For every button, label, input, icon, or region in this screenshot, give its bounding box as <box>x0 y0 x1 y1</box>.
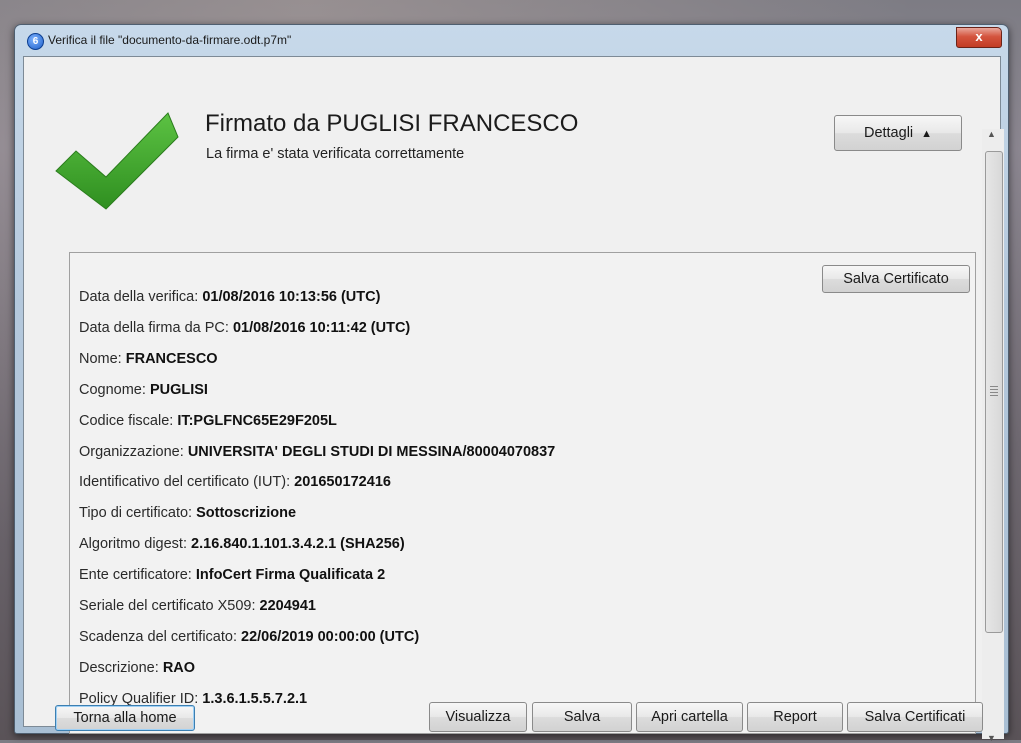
info-value: 1.3.6.1.5.5.7.2.1 <box>202 690 308 707</box>
save-certificates-button[interactable]: Salva Certificati <box>847 702 983 732</box>
info-key: Ente certificatore: <box>79 567 196 584</box>
info-key: Cognome: <box>79 381 150 398</box>
info-row: Data della verifica: 01/08/2016 10:13:56… <box>79 289 380 305</box>
info-value: IT:PGLFNC65E29F205L <box>177 412 337 429</box>
info-key: Seriale del certificato X509: <box>79 598 260 614</box>
info-row: Identificativo del certificato (IUT): 20… <box>79 474 391 490</box>
info-value: 2204941 <box>259 598 316 614</box>
verify-dialog: 6 Verifica il file "documento-da-firmare… <box>14 24 1009 743</box>
view-button[interactable]: Visualizza <box>429 702 527 732</box>
info-row: Scadenza del certificato: 22/06/2019 00:… <box>79 629 419 645</box>
info-key: Algoritmo digest: <box>79 536 192 553</box>
info-value: 22/06/2019 00:00:00 (UTC) <box>241 628 420 645</box>
title-bar[interactable]: 6 Verifica il file "documento-da-firmare… <box>15 25 1008 55</box>
info-key: Organizzazione: <box>79 443 188 460</box>
info-value: FRANCESCO <box>125 350 218 367</box>
info-key: Tipo di certificato: <box>79 505 197 522</box>
info-key: Nome: <box>79 350 126 367</box>
info-row: Cognome: PUGLISI <box>79 382 208 398</box>
app-icon: 6 <box>27 33 44 50</box>
check-icon <box>55 112 179 210</box>
info-value: 01/08/2016 10:11:42 (UTC) <box>232 319 411 336</box>
open-folder-button[interactable]: Apri cartella <box>636 702 743 732</box>
info-row: Nome: FRANCESCO <box>79 351 218 367</box>
info-key: Scadenza del certificato: <box>79 628 242 645</box>
chevron-up-icon: ▲ <box>921 128 933 140</box>
info-row: Codice fiscale: IT:PGLFNC65E29F205L <box>79 413 337 429</box>
details-button[interactable]: Dettagli ▲ <box>834 115 962 151</box>
info-value: UNIVERSITA' DEGLI STUDI DI MESSINA/80004… <box>187 443 556 460</box>
info-value: PUGLISI <box>149 381 208 398</box>
verification-message: La firma e' stata verificata correttamen… <box>206 146 465 162</box>
report-button[interactable]: Report <box>747 702 843 732</box>
close-button[interactable]: x <box>956 27 1002 48</box>
scroll-thumb[interactable] <box>985 151 1003 633</box>
info-row: Algoritmo digest: 2.16.840.1.101.3.4.2.1… <box>79 536 405 552</box>
info-key: Identificativo del certificato (IUT): <box>79 474 295 491</box>
signer-title: Firmato da PUGLISI FRANCESCO <box>205 110 579 137</box>
info-value: 201650172416 <box>294 474 391 491</box>
home-button[interactable]: Torna alla home <box>55 705 195 731</box>
info-row: Descrizione: RAO <box>79 660 195 676</box>
save-certificate-button[interactable]: Salva Certificato <box>822 265 970 293</box>
info-value: 2.16.840.1.101.3.4.2.1 (SHA256) <box>191 536 405 553</box>
scroll-down-icon[interactable]: ▼ <box>987 733 996 743</box>
info-key: Data della verifica: <box>79 289 203 305</box>
info-key: Descrizione: <box>79 659 163 676</box>
dialog-content: Firmato da PUGLISI FRANCESCO La firma e'… <box>23 56 1004 743</box>
info-value: InfoCert Firma Qualificata 2 <box>195 567 386 584</box>
info-key: Codice fiscale: <box>79 412 178 429</box>
save-button[interactable]: Salva <box>532 702 632 732</box>
info-value: 01/08/2016 10:13:56 (UTC) <box>202 289 381 305</box>
info-value: Sottoscrizione <box>196 505 297 522</box>
grip-icon <box>990 386 998 396</box>
details-label: Dettagli <box>863 125 914 141</box>
vertical-scrollbar[interactable]: ▲ ▼ <box>982 129 1004 743</box>
info-row: Organizzazione: UNIVERSITA' DEGLI STUDI … <box>79 444 555 460</box>
info-row: Ente certificatore: InfoCert Firma Quali… <box>79 567 385 583</box>
info-key: Data della firma da PC: <box>79 319 233 336</box>
certificate-details-panel: Salva Certificato Data della verifica: 0… <box>69 252 976 734</box>
window-title: Verifica il file "documento-da-firmare.o… <box>48 33 292 47</box>
info-value: RAO <box>162 659 196 676</box>
info-row: Data della firma da PC: 01/08/2016 10:11… <box>79 320 410 336</box>
info-row: Tipo di certificato: Sottoscrizione <box>79 505 296 521</box>
info-row: Seriale del certificato X509: 2204941 <box>79 598 316 614</box>
scroll-up-icon[interactable]: ▲ <box>987 129 996 139</box>
